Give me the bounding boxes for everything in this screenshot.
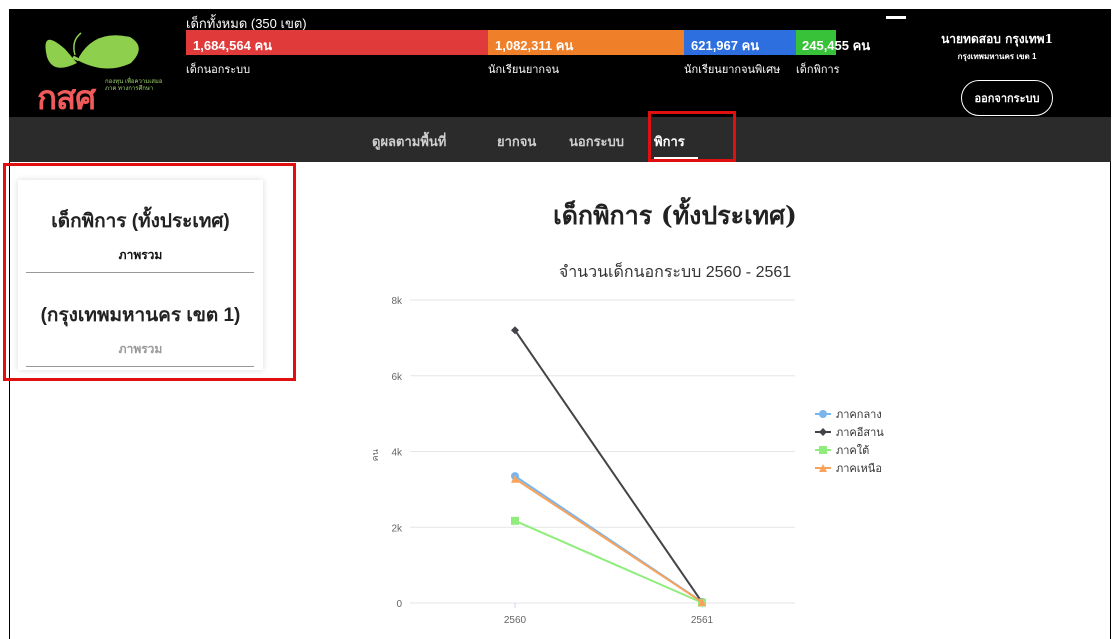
y-axis-label: คน [371, 449, 381, 461]
y-tick-label: 0 [396, 599, 402, 610]
y-tick-label: 6k [391, 372, 403, 383]
stat-value: 621,967 คน [691, 38, 760, 53]
x-tick-label: 2560 [504, 615, 527, 626]
y-tick-label: 2k [391, 523, 403, 534]
legend-marker [819, 410, 827, 418]
legend-label: ภาคอีสาน [836, 426, 884, 439]
line-chart: 0 2k 4k 6k 8k 2560 2561 คน ภาคกลางภาคอีสานภาคใต้… [371, 296, 884, 626]
stat-label: เด็กนอกระบบ [186, 64, 251, 76]
logo[interactable]: กสศ กองทุน เพื่อความเสมอภาค ทางการศึกษา [35, 27, 175, 117]
stat-value: 1,082,311 คน [495, 38, 574, 53]
legend-marker [819, 446, 827, 454]
logout-button[interactable]: ออกจากระบบ [961, 80, 1053, 116]
highlight-box [648, 111, 736, 162]
stat-bar-extremely-poor[interactable]: 621,967 คน [684, 30, 796, 55]
legend-label: ภาคกลาง [836, 408, 882, 421]
stat-label: นักเรียนยากจนพิเศษ [684, 64, 781, 76]
menu-dash-icon[interactable] [886, 16, 906, 19]
legend-label: ภาคเหนือ [836, 462, 882, 475]
main-nav: ดูผลตามพื้นที่ ยากจน นอกระบบ พิการ [9, 117, 1111, 162]
tab-poor[interactable]: ยากจน [497, 131, 536, 152]
stat-bar-poor-students[interactable]: 1,082,311 คน [488, 30, 684, 55]
page-title: เด็กพิการ (ทั้งประเทศ) [553, 201, 797, 230]
chart-title: จำนวนเด็กนอกระบบ 2560 - 2561 [558, 264, 792, 281]
user-name: นายทดสอบ กรุงเทพ1 [941, 32, 1053, 46]
tab-out-of-school[interactable]: นอกระบบ [569, 131, 624, 152]
legend-marker [819, 428, 827, 436]
y-tick-label: 8k [391, 296, 403, 307]
y-tick-label: 4k [391, 448, 403, 459]
logo-subtext: กองทุน เพื่อความเสมอภาค ทางการศึกษา [105, 79, 163, 92]
stat-bar-out-of-school[interactable]: 1,684,564 คน [186, 30, 488, 55]
stat-value: 245,455 คน [802, 38, 871, 53]
stat-value: 1,684,564 คน [193, 38, 273, 53]
highlight-box [3, 163, 296, 381]
series-line [514, 477, 703, 603]
stat-label: นักเรียนยากจน [488, 64, 560, 76]
tab-area-results[interactable]: ดูผลตามพื้นที่ [372, 131, 446, 152]
frame-border [1110, 162, 1111, 639]
stat-label: เด็กพิการ [796, 64, 840, 76]
x-tick-label: 2561 [691, 615, 714, 626]
data-point [511, 516, 519, 525]
user-area: กรุงเทพมหานคร เขต 1 [957, 52, 1037, 61]
top-header: กสศ กองทุน เพื่อความเสมอภาค ทางการศึกษา … [9, 9, 1111, 117]
legend-label: ภาคใต้ [836, 444, 869, 457]
